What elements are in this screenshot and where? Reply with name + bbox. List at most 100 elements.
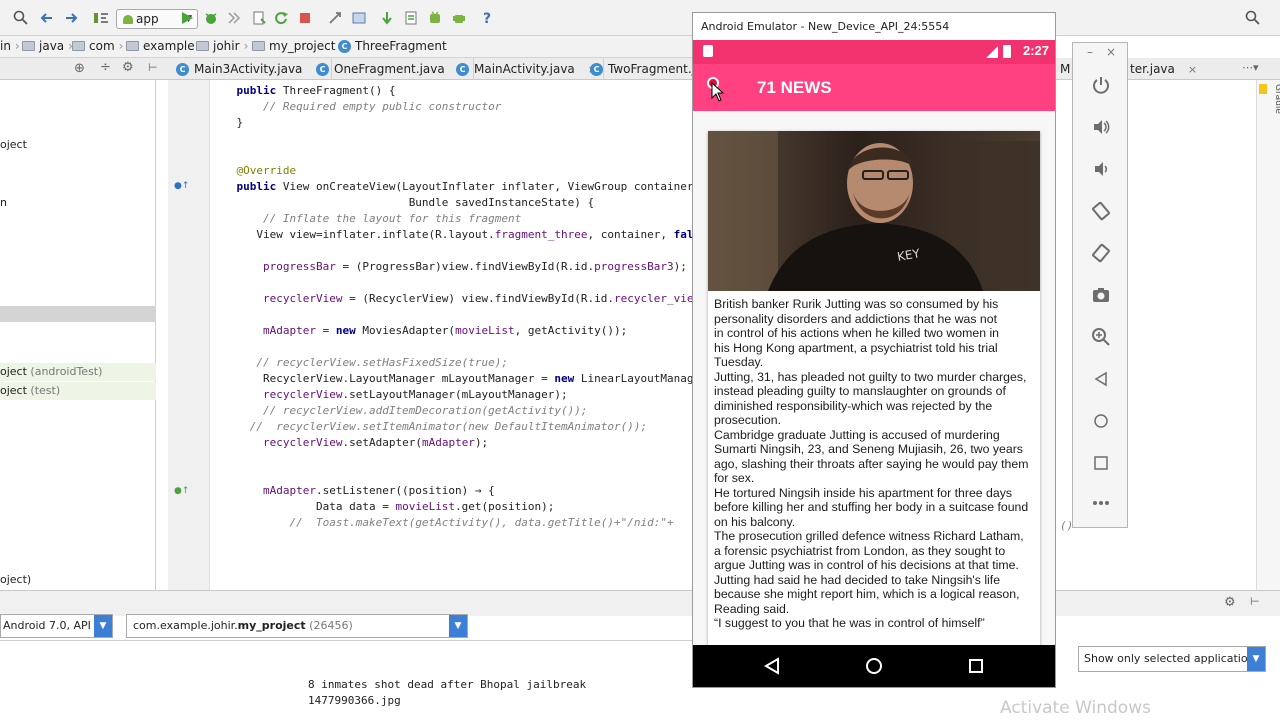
tree-item[interactable]: oject [0,136,156,154]
class-icon: C [590,62,603,76]
rerun-icon[interactable] [272,9,290,27]
folder-icon [126,41,139,51]
gradle-tab[interactable]: Gradle [1273,84,1280,114]
breadcrumb-label: my_project [269,39,336,53]
tab-label: OneFragment.java [334,62,445,76]
breadcrumb-item[interactable]: example› [126,39,203,53]
redo-icon[interactable] [62,9,80,27]
help-icon[interactable]: ? [478,9,496,27]
apply-changes-icon[interactable] [250,9,268,27]
tab-adapter[interactable]: ter.java × [1124,58,1203,80]
code-line: public View onCreateView(LayoutInflater … [210,180,693,194]
breadcrumb-item[interactable]: my_project› [252,39,344,53]
code-token: movieList [455,324,515,337]
news-list[interactable]: KEY British banker Rurik Jutting was so … [693,111,1055,645]
power-icon[interactable] [1089,73,1113,97]
stop-icon[interactable] [296,9,314,27]
rotate-right-icon[interactable] [1089,241,1113,265]
code-line: RecyclerView.LayoutManager mLayoutManage… [210,372,692,386]
tab-overflow-icon[interactable]: ⋯▾ [1242,61,1259,74]
minimize-icon[interactable]: – [1087,45,1093,59]
tree-item[interactable]: oject (androidTest) [0,363,156,381]
code-editor[interactable]: public ThreeFragment() { // Required emp… [210,80,692,590]
divider-icon[interactable]: ÷ [100,60,111,75]
breadcrumb-item[interactable]: C ThreeFragment [338,39,447,53]
code-token: // Inflate the layout for this fragment [262,212,522,225]
tree-item-label: oject [0,365,27,378]
home-icon[interactable] [865,657,883,678]
overview-icon[interactable] [967,657,985,678]
main-toolbar: app ▼ ? [0,0,1280,36]
tree-selection[interactable] [0,306,156,322]
code-token: // Required empty public constructor [262,100,502,113]
target-icon[interactable]: ⊕ [74,61,85,76]
device-monitor-icon[interactable] [402,9,420,27]
process-select[interactable]: com.example.johir.my_project (26456) ▼ [126,614,468,638]
search-icon[interactable] [12,9,30,27]
close-icon[interactable]: × [1188,63,1197,76]
gear-icon[interactable]: ⚙ [122,60,134,75]
sync-icon[interactable] [378,9,396,27]
warning-marker[interactable] [1259,84,1267,94]
emulator-window: Android Emulator - New_Device_API_24:555… [692,12,1056,688]
code-line: mAdapter = new MoviesAdapter(movieList, … [210,324,627,338]
override-icon[interactable]: ●↑ [174,181,189,191]
signal-icon [985,45,999,62]
step-icon[interactable] [225,9,243,27]
structure-icon[interactable] [326,9,344,27]
phone-nav-bar [693,645,1055,687]
device-select-label: Android 7.0, API 24 [3,619,109,632]
code-token: .get(position); [455,500,555,513]
volume-down-icon[interactable] [1089,157,1113,181]
breadcrumb-item[interactable]: johir › [196,39,248,53]
tree-item-label: oject [0,138,27,151]
collapse-icon[interactable]: ⊢ [148,61,158,74]
code-token: = [315,324,336,337]
folder-icon [22,41,35,51]
close-icon[interactable]: × [1106,45,1116,59]
breadcrumb-item[interactable]: in › [0,39,20,53]
undo-icon[interactable] [38,9,56,27]
code-line: recyclerView = (RecyclerView) view.findV… [210,292,692,306]
breadcrumb-item[interactable]: com › [72,39,123,53]
tree-item[interactable]: oject) [0,571,156,589]
rotate-left-icon[interactable] [1089,199,1113,223]
run-icon[interactable] [178,9,196,27]
breadcrumb-label: example [143,39,195,53]
avd-icon[interactable] [426,9,444,27]
tree-item[interactable]: oject (test) [0,382,156,400]
tab-partial[interactable]: M [1058,58,1072,80]
android-sdk-icon[interactable] [450,9,468,27]
logcat-output[interactable]: 8 inmates shot dead after Bhopal jailbre… [0,640,692,720]
gear-icon[interactable]: ⚙ [1224,595,1236,610]
code-line: // Inflate the layout for this fragment [210,212,521,226]
tree-item[interactable]: n [0,194,156,212]
logcat-filter-select[interactable]: Show only selected application ▼ [1078,646,1266,672]
tree-item-suffix: (androidTest) [30,365,103,378]
make-icon[interactable] [92,9,110,27]
code-token: // recyclerView.setItemAnimator(new Defa… [249,420,648,433]
lambda-icon[interactable]: ●↑ [174,486,189,496]
global-search-icon[interactable] [1244,9,1262,27]
tab-mainactivity[interactable]: CMainActivity.java× [450,58,604,80]
tab-label: ter.java [1130,62,1175,76]
zoom-icon[interactable] [1089,325,1113,349]
camera-icon[interactable] [1089,283,1113,307]
back-icon[interactable] [1089,367,1113,391]
debug-icon[interactable] [202,9,220,27]
volume-up-icon[interactable] [1089,115,1113,139]
breadcrumb-item[interactable]: java › [22,39,73,53]
tab-main3activity[interactable]: CMain3Activity.java× [170,58,332,80]
code-token: View onCreateView(LayoutInflater inflate… [282,180,692,193]
news-card[interactable]: KEY British banker Rurik Jutting was so … [708,131,1040,645]
device-select[interactable]: Android 7.0, API 24 ▼ [0,614,113,638]
more-icon[interactable] [1089,491,1113,515]
sdk-icon[interactable] [350,9,368,27]
hide-icon[interactable]: ⊢ [1250,595,1260,608]
overview-icon[interactable] [1089,451,1113,475]
back-icon[interactable] [763,657,781,678]
home-icon[interactable] [1089,409,1113,433]
code-line: // Toast.makeText(getActivity(), data.ge… [210,516,673,530]
